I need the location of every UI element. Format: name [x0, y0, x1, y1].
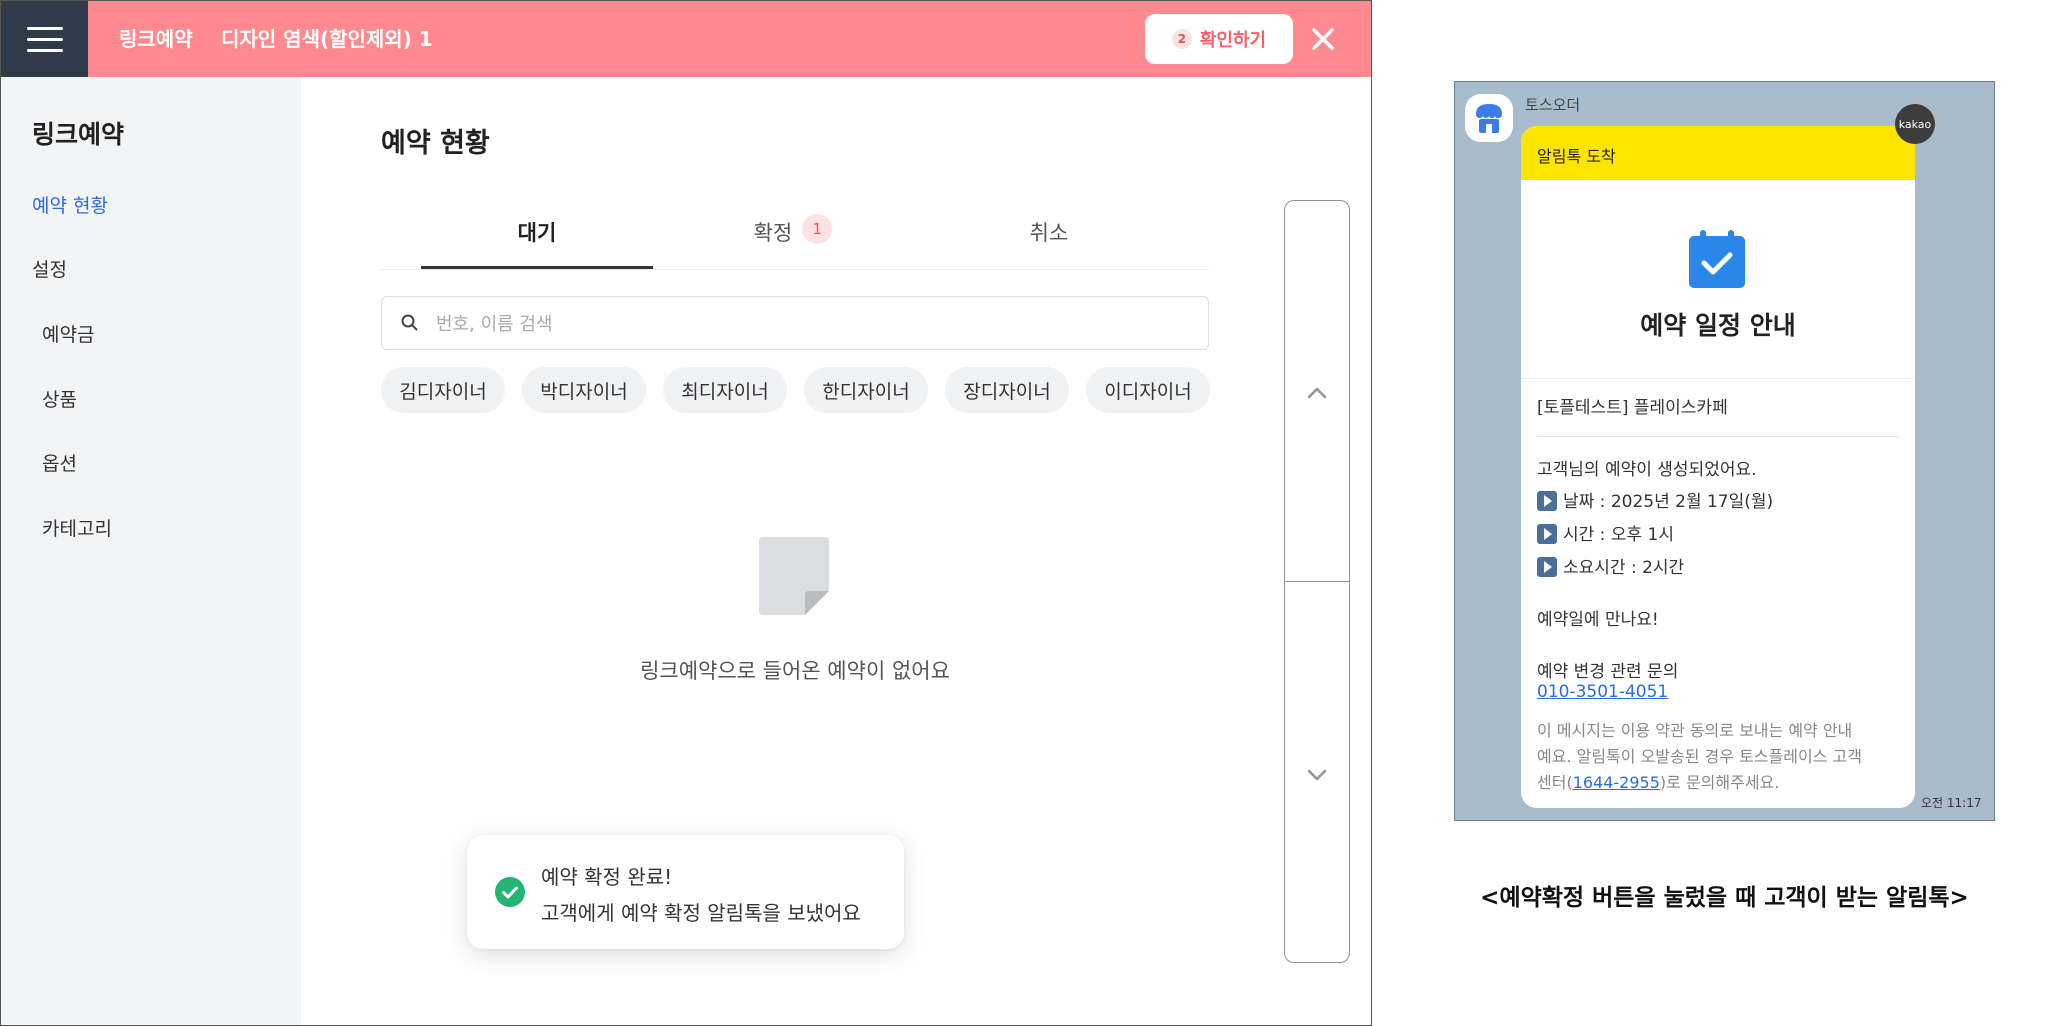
toast-title: 예약 확정 완료! — [541, 865, 673, 889]
sender-name: 토스오더 — [1525, 96, 1581, 114]
tab-pending[interactable]: 대기 — [421, 211, 653, 269]
chevron-up-icon[interactable] — [1303, 379, 1331, 407]
empty-state-message: 링크예약으로 들어온 예약이 없어요 — [640, 659, 950, 683]
empty-document-icon — [759, 537, 829, 615]
designer-chip[interactable]: 장디자이너 — [945, 367, 1069, 413]
confirm-button-label: 확인하기 — [1199, 30, 1267, 51]
sidebar-title: 링크예약 — [32, 120, 125, 149]
customer-center-phone-link[interactable]: 1644-2955 — [1573, 773, 1660, 792]
designer-chip[interactable]: 이디자이너 — [1086, 367, 1210, 413]
time-text: 시간 : 오후 1시 — [1563, 525, 1674, 545]
app-name: 링크예약 — [119, 27, 193, 51]
date-line: 날짜 : 2025년 2월 17일(월) — [1537, 487, 1773, 512]
duration-text: 소요시간 : 2시간 — [1563, 558, 1685, 578]
divider — [1537, 436, 1899, 437]
sidebar-item-settings[interactable]: 설정 — [32, 255, 67, 282]
check-circle-icon — [495, 877, 525, 907]
page-title: 예약 현황 — [381, 128, 490, 159]
chevron-down-icon[interactable] — [1303, 761, 1331, 789]
figure-caption: <예약확정 버튼을 눌렀을 때 고객이 받는 알림톡> — [1480, 885, 1969, 911]
alimtalk-message-bubble: 알림톡 도착 예약 일정 안내 [토플테스트] 플레이스카페 고객님의 예약이 … — [1521, 126, 1915, 808]
search-box — [381, 296, 1209, 350]
close-icon[interactable] — [1305, 21, 1341, 57]
scroll-control — [1284, 200, 1350, 963]
notice-line: 센터(1644-2955)로 문의해주세요. — [1537, 769, 1779, 793]
sidebar-item-products[interactable]: 상품 — [42, 385, 77, 412]
sidebar: 링크예약 예약 현황 설정 예약금 상품 옵션 카테고리 — [1, 77, 301, 1025]
alimtalk-card-title: 예약 일정 안내 — [1640, 311, 1796, 340]
sender-avatar — [1465, 94, 1513, 142]
top-bar: 링크예약 디자인 염색(할인제외) 1 2 확인하기 — [1, 1, 1371, 77]
kakao-chat-screenshot: 토스오더 알림톡 도착 예약 일정 안내 [토플테스트] 플레이스카페 고객님의… — [1454, 81, 1995, 821]
sidebar-item-options[interactable]: 옵션 — [42, 449, 77, 476]
designer-chip[interactable]: 박디자이너 — [522, 367, 646, 413]
play-icon — [1537, 491, 1557, 511]
scroll-control-divider — [1285, 581, 1349, 582]
store-name: [토플테스트] 플레이스카페 — [1537, 398, 1728, 418]
notice-prefix: 센터( — [1537, 773, 1573, 792]
alimtalk-body: [토플테스트] 플레이스카페 고객님의 예약이 생성되었어요. 날짜 : 202… — [1521, 378, 1915, 808]
calendar-check-icon — [1689, 230, 1745, 288]
notice-line: 이 메시지는 이용 약관 동의로 보내는 예약 안내 — [1537, 721, 1853, 740]
message-timestamp: 오전 11:17 — [1921, 796, 1982, 810]
store-icon — [1465, 94, 1513, 142]
tab-confirmed-count-badge: 1 — [802, 214, 833, 244]
duration-line: 소요시간 : 2시간 — [1537, 553, 1684, 578]
date-text: 날짜 : 2025년 2월 17일(월) — [1563, 492, 1774, 512]
sidebar-item-categories[interactable]: 카테고리 — [42, 514, 112, 541]
designer-chip[interactable]: 김디자이너 — [381, 367, 505, 413]
search-icon — [401, 314, 418, 331]
designer-filter-chips: 김디자이너 박디자이너 최디자이너 한디자이너 장디자이너 이디자이너 — [381, 367, 1211, 413]
confirm-button[interactable]: 2 확인하기 — [1145, 14, 1293, 64]
designer-chip[interactable]: 최디자이너 — [663, 367, 787, 413]
sidebar-item-reservation-status[interactable]: 예약 현황 — [32, 191, 108, 218]
play-icon — [1537, 524, 1557, 544]
greeting-line: 예약일에 만나요! — [1537, 610, 1659, 630]
tab-cancelled-label: 취소 — [1029, 221, 1069, 245]
toast-message: 고객에게 예약 확정 알림톡을 보냈어요 — [541, 901, 861, 925]
search-input[interactable] — [434, 305, 1178, 343]
hamburger-menu-icon[interactable] — [1, 1, 88, 77]
notice-suffix: )로 문의해주세요. — [1659, 773, 1780, 792]
alimtalk-header-text: 알림톡 도착 — [1537, 147, 1616, 166]
status-tabs: 대기 확정 1 취소 — [381, 211, 1209, 270]
tab-confirmed[interactable]: 확정 1 — [677, 211, 909, 269]
message-line: 고객님의 예약이 생성되었어요. — [1537, 460, 1757, 480]
alimtalk-header: 알림톡 도착 — [1521, 126, 1915, 180]
tab-confirmed-label: 확정 — [753, 221, 793, 245]
sidebar-item-deposit[interactable]: 예약금 — [42, 320, 94, 347]
tab-pending-label: 대기 — [517, 221, 557, 245]
designer-chip[interactable]: 한디자이너 — [804, 367, 928, 413]
confirm-count-badge: 2 — [1171, 29, 1192, 49]
tab-cancelled[interactable]: 취소 — [933, 211, 1165, 269]
success-toast: 예약 확정 완료! 고객에게 예약 확정 알림톡을 보냈어요 — [467, 835, 904, 949]
kakao-badge: kakao — [1895, 104, 1935, 144]
notice-line: 예요. 알림톡이 오발송된 경우 토스플레이스 고객 — [1537, 747, 1862, 766]
time-line: 시간 : 오후 1시 — [1537, 520, 1674, 545]
play-icon — [1537, 557, 1557, 577]
selected-service: 디자인 염색(할인제외) 1 — [221, 27, 433, 51]
phone-link[interactable]: 010-3501-4051 — [1537, 682, 1668, 702]
reservation-app-window: 링크예약 디자인 염색(할인제외) 1 2 확인하기 링크예약 예약 현황 설정… — [0, 0, 1372, 1026]
inquiry-line: 예약 변경 관련 문의 — [1537, 662, 1679, 682]
